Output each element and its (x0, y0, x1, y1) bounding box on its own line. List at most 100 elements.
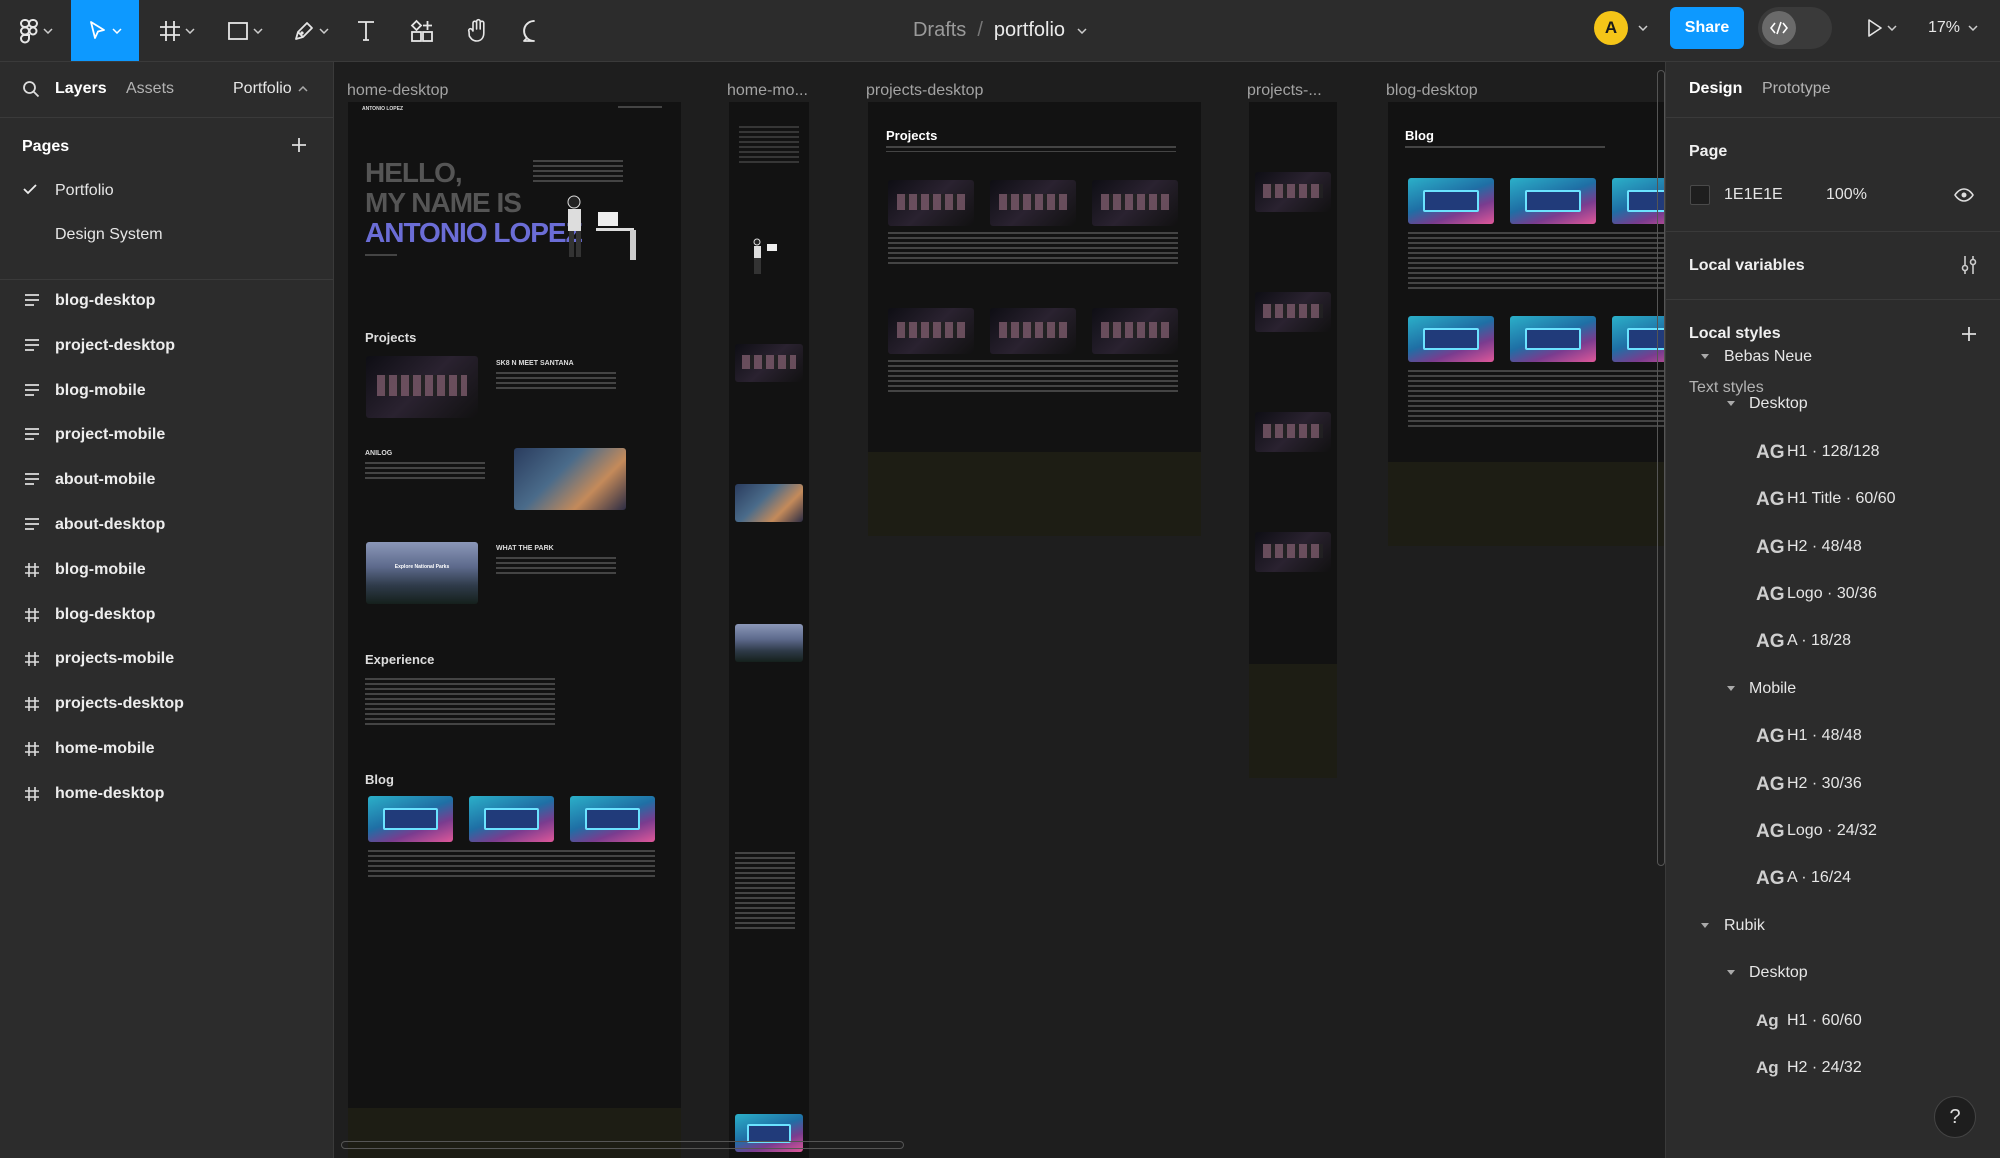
layer-row[interactable]: blog-mobile (0, 550, 334, 590)
text-style-icon: Ag (1756, 1010, 1779, 1030)
style-group-device[interactable]: Mobile (1666, 671, 2000, 707)
vertical-scrollbar[interactable] (1657, 70, 1665, 866)
pen-icon (295, 21, 313, 40)
eye-icon[interactable] (1954, 188, 1974, 202)
background-hex-input[interactable]: 1E1E1E (1724, 186, 1783, 204)
social-icons (365, 254, 397, 258)
layer-row[interactable]: project-mobile (0, 415, 334, 455)
layer-row[interactable]: projects-desktop (0, 684, 334, 724)
components-tool-button[interactable] (406, 0, 438, 61)
main-menu-button[interactable] (14, 0, 58, 61)
frame-home-desktop[interactable]: ANTONIO LOPEZ HELLO, MY NAME IS ANTONIO … (348, 102, 681, 1158)
frame-label-blog-desktop[interactable]: blog-desktop (1386, 82, 1478, 100)
text-style-item[interactable]: Ag H2 · 24/32 (1666, 1050, 2000, 1086)
divider (1666, 231, 2000, 232)
text-style-item[interactable]: Ag H1 · 60/60 (1666, 1003, 2000, 1039)
footer (348, 1108, 681, 1158)
breadcrumb-drafts[interactable]: Drafts (913, 19, 966, 42)
dev-mode-knob (1762, 11, 1796, 45)
present-button[interactable] (1860, 0, 1904, 56)
frame-home-mobile[interactable] (729, 102, 809, 1158)
text-style-item[interactable]: AG H1 Title · 60/60 (1666, 481, 2000, 517)
search-icon[interactable] (22, 80, 40, 98)
frame-label-projects-mobile[interactable]: projects-... (1247, 82, 1322, 100)
frame-tool-button[interactable] (152, 0, 202, 61)
layer-row[interactable]: blog-desktop (0, 281, 334, 321)
frame-label-home-desktop[interactable]: home-desktop (347, 82, 448, 100)
layer-row[interactable]: home-mobile (0, 729, 334, 769)
tab-assets[interactable]: Assets (126, 80, 174, 98)
text-style-item[interactable]: AG Logo · 24/32 (1666, 813, 2000, 849)
tab-layers[interactable]: Layers (55, 80, 107, 98)
help-button[interactable]: ? (1934, 1096, 1976, 1138)
text-style-item[interactable]: AG H1 · 48/48 (1666, 718, 2000, 754)
page-item-design-system[interactable]: Design System (0, 215, 334, 255)
developer-illustration (753, 238, 777, 274)
canvas[interactable]: home-desktop home-mo... projects-desktop… (335, 62, 1665, 1158)
text-style-item[interactable]: AG Logo · 30/36 (1666, 576, 2000, 612)
zoom-menu[interactable]: 17% (1928, 0, 1978, 56)
toolbar: Drafts / portfolio A Share 17% (0, 0, 2000, 62)
frame-label-projects-desktop[interactable]: projects-desktop (866, 82, 983, 100)
variables-settings-icon[interactable] (1960, 255, 1978, 275)
developer-illustration (567, 195, 636, 260)
section-experience: Experience (365, 652, 435, 667)
section-icon (24, 293, 40, 312)
nav-links (618, 106, 662, 109)
dev-mode-toggle[interactable] (1758, 7, 1832, 49)
share-button[interactable]: Share (1670, 7, 1744, 49)
background-opacity-input[interactable]: 100% (1826, 186, 1867, 204)
comment-icon (523, 19, 535, 42)
chevron-down-icon[interactable] (1638, 25, 1648, 31)
style-group-device[interactable]: Desktop (1666, 386, 2000, 422)
page-selector[interactable]: Portfolio (233, 80, 308, 98)
style-group-font[interactable]: Bebas Neue (1666, 339, 2000, 375)
layer-row[interactable]: about-desktop (0, 505, 334, 545)
footer (868, 452, 1201, 536)
style-group-font[interactable]: Rubik (1666, 908, 2000, 944)
frame-blog-desktop[interactable]: Blog (1388, 102, 1665, 546)
background-color-swatch[interactable] (1690, 185, 1710, 205)
style-group-device[interactable]: Desktop (1666, 955, 2000, 991)
project-thumbnail (1255, 292, 1331, 332)
text-style-item[interactable]: AG H1 · 128/128 (1666, 434, 2000, 470)
chevron-down-icon (43, 27, 53, 34)
layer-row[interactable]: blog-desktop (0, 595, 334, 635)
chevron-down-icon (319, 27, 329, 34)
text-style-icon: AG (1756, 821, 1785, 842)
frame-label-home-mobile[interactable]: home-mo... (727, 82, 808, 100)
layer-label: blog-desktop (55, 605, 156, 623)
comment-tool-button[interactable] (518, 0, 550, 61)
text-style-item[interactable]: AG A · 18/28 (1666, 623, 2000, 659)
tab-design[interactable]: Design (1689, 80, 1742, 98)
frame-projects-desktop[interactable]: Projects (868, 102, 1201, 536)
frame-icon (24, 562, 40, 583)
layer-row[interactable]: home-desktop (0, 774, 334, 814)
text-style-label: H1 · 128/128 (1787, 442, 1880, 460)
rectangle-icon (228, 21, 248, 40)
frame-projects-mobile[interactable] (1249, 102, 1337, 778)
hand-tool-button[interactable] (462, 0, 494, 61)
add-page-icon[interactable] (290, 136, 308, 154)
text-style-item[interactable]: AG A · 16/24 (1666, 860, 2000, 896)
horizontal-scrollbar[interactable] (341, 1141, 904, 1149)
pen-tool-button[interactable] (286, 0, 336, 61)
blog-card-text (1408, 232, 1665, 292)
chevron-down-icon[interactable] (1077, 27, 1087, 34)
layer-row[interactable]: about-mobile (0, 460, 334, 500)
hero-paragraph (533, 160, 623, 184)
page-item-portfolio[interactable]: Portfolio (0, 171, 334, 211)
layer-row[interactable]: blog-mobile (0, 371, 334, 411)
move-tool-button[interactable] (71, 0, 139, 61)
tab-prototype[interactable]: Prototype (1762, 80, 1830, 98)
layer-label: blog-mobile (55, 381, 146, 399)
shape-tool-button[interactable] (220, 0, 270, 61)
file-name[interactable]: portfolio (994, 19, 1065, 42)
text-tool-button[interactable] (350, 0, 382, 61)
text-style-item[interactable]: AG H2 · 48/48 (1666, 529, 2000, 565)
layer-row[interactable]: project-desktop (0, 326, 334, 366)
layer-row[interactable]: projects-mobile (0, 639, 334, 679)
text-style-item[interactable]: AG H2 · 30/36 (1666, 766, 2000, 802)
local-variables-header[interactable]: Local variables (1689, 257, 1805, 275)
user-avatar[interactable]: A (1594, 11, 1628, 45)
